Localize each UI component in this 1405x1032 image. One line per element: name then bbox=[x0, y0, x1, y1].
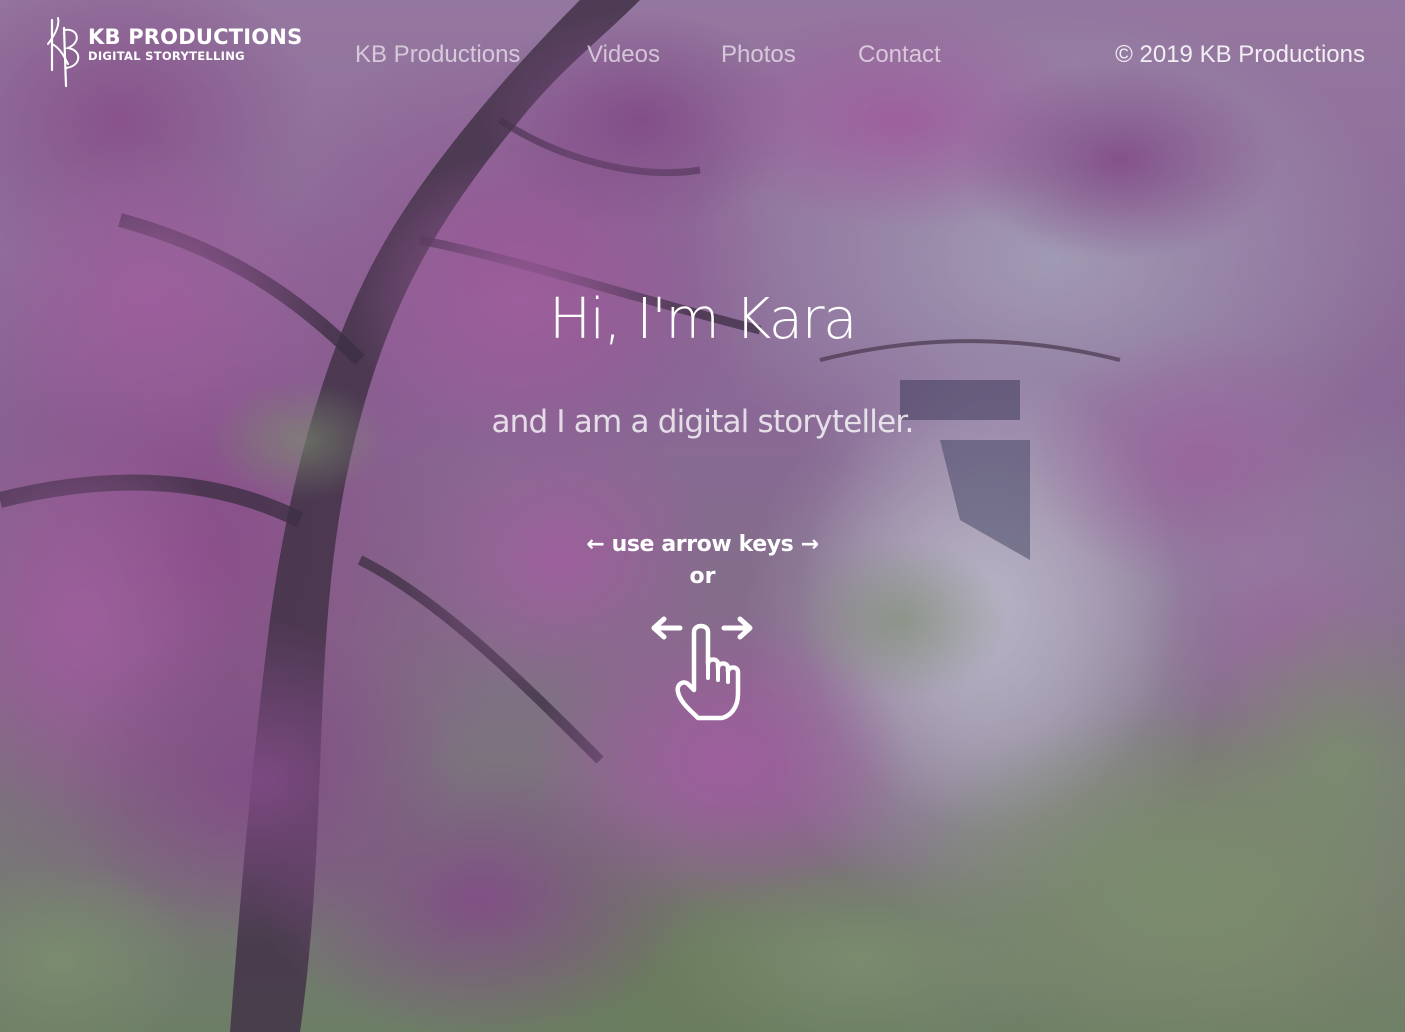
hint-or-text: or bbox=[689, 564, 716, 589]
hero-subtitle: and I am a digital storyteller. bbox=[491, 404, 914, 440]
nav-link-contact[interactable]: Contact bbox=[858, 38, 941, 72]
logo-title: KB PRODUCTIONS bbox=[88, 25, 303, 49]
copyright-text: © 2019 KB Productions bbox=[1115, 41, 1365, 68]
dark-overlay bbox=[0, 0, 1405, 1032]
site-logo[interactable]: KB PRODUCTIONS DIGITAL STORYTELLING bbox=[44, 14, 302, 90]
arrow-keys-hint: ← use arrow keys → bbox=[586, 532, 819, 557]
logo-subtitle: DIGITAL STORYTELLING bbox=[88, 49, 245, 63]
kb-monogram-icon bbox=[47, 17, 80, 88]
top-navigation: KB PRODUCTIONS DIGITAL STORYTELLING KB P… bbox=[0, 0, 1405, 110]
hero-background: KB PRODUCTIONS DIGITAL STORYTELLING KB P… bbox=[0, 0, 1405, 1032]
hero-title: Hi, I'm Kara bbox=[549, 287, 857, 352]
nav-link-photos[interactable]: Photos bbox=[721, 38, 796, 72]
swipe-gesture-icon bbox=[651, 616, 753, 721]
nav-link-videos[interactable]: Videos bbox=[587, 38, 660, 72]
nav-link-kb-productions[interactable]: KB Productions bbox=[355, 38, 520, 72]
